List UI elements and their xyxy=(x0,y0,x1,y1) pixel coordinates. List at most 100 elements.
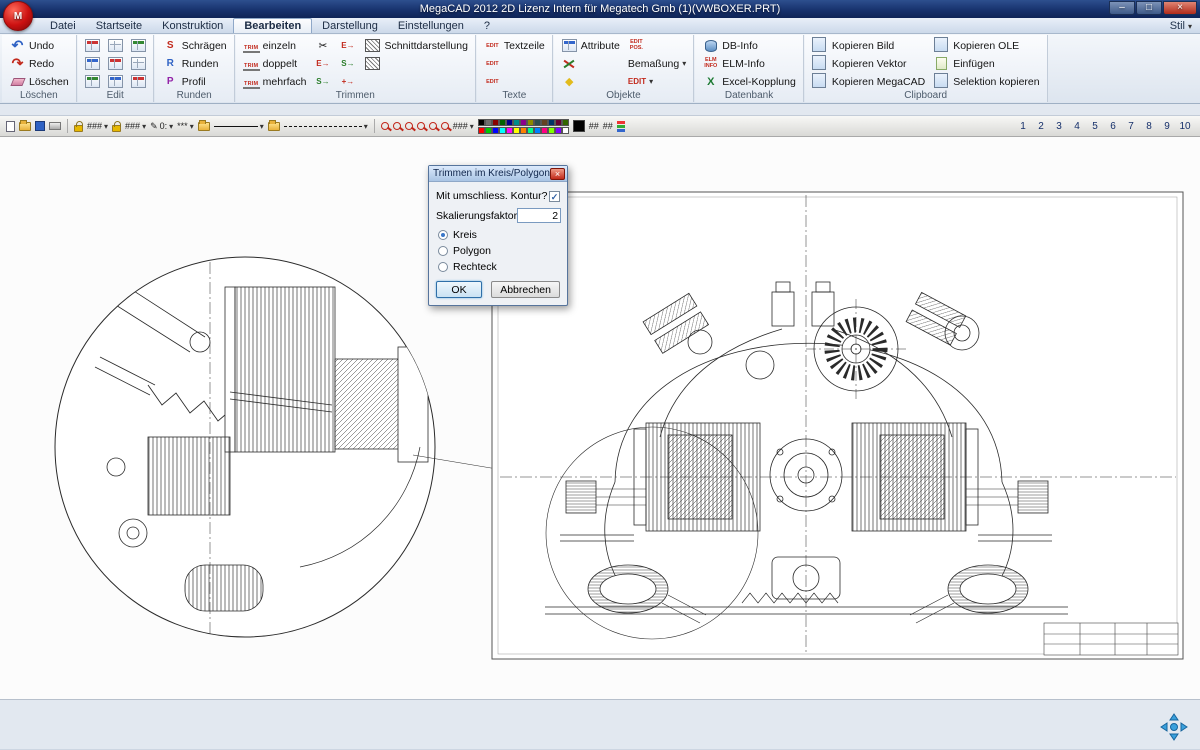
bemassung-dropdown[interactable]: Bemaßung ▾ xyxy=(625,55,689,72)
tab-datei[interactable]: Datei xyxy=(40,19,86,33)
kopieren-megacad-button[interactable]: Kopieren MegaCAD xyxy=(809,73,928,90)
selektion-kopieren-button[interactable]: Selektion kopieren xyxy=(930,73,1042,90)
schnittdarstellung-button[interactable]: Schnittdarstellung xyxy=(361,37,470,54)
db-info-button[interactable]: DB-Info xyxy=(699,37,799,54)
color-swatch[interactable] xyxy=(478,119,485,126)
hash-small-button[interactable]: ## xyxy=(589,121,599,131)
color-swatch[interactable] xyxy=(562,127,569,134)
color-swatch[interactable] xyxy=(485,119,492,126)
color-swatch[interactable] xyxy=(541,127,548,134)
textzeile-button[interactable]: EDIT Textzeile xyxy=(481,37,548,54)
object-arrows-button[interactable] xyxy=(558,55,623,72)
line-type-dropdown[interactable]: ▾ xyxy=(284,122,368,131)
trim-tool-button[interactable]: E→ xyxy=(336,37,359,54)
edit-tool-button[interactable] xyxy=(105,73,126,90)
layer-lock-button[interactable] xyxy=(74,121,83,132)
ok-button[interactable]: OK xyxy=(436,281,482,298)
edit-pos-button[interactable]: EDITPOS. xyxy=(625,37,689,54)
print-button[interactable] xyxy=(49,122,61,130)
profil-button[interactable]: P Profil xyxy=(159,73,230,90)
color-swatch[interactable] xyxy=(555,127,562,134)
edit-tool-button[interactable] xyxy=(82,73,103,90)
color-swatch[interactable] xyxy=(527,119,534,126)
trim-mehrfach-button[interactable]: TRIM mehrfach xyxy=(240,73,310,90)
active-color-button[interactable] xyxy=(573,120,585,132)
save-button[interactable] xyxy=(35,121,45,131)
layer-number-button[interactable]: 10 xyxy=(1176,121,1194,132)
layer-number-button[interactable]: 2 xyxy=(1032,121,1050,132)
color-swatch[interactable] xyxy=(506,127,513,134)
group-lock-button[interactable] xyxy=(112,121,121,132)
color-swatch[interactable] xyxy=(562,119,569,126)
edit-tool-button[interactable] xyxy=(128,37,149,54)
trim-cut-button[interactable]: ✂ xyxy=(311,37,334,54)
tab-darstellung[interactable]: Darstellung xyxy=(312,19,388,33)
stil-dropdown[interactable]: Stil ▾ xyxy=(1170,20,1192,32)
pan-compass-icon[interactable] xyxy=(1160,713,1188,741)
minimize-button[interactable]: – xyxy=(1109,1,1135,15)
attribute-button[interactable]: Attribute xyxy=(558,37,623,54)
trim-tool-button[interactable]: +→ xyxy=(336,73,359,90)
color-swatch[interactable] xyxy=(520,127,527,134)
tab-einstellungen[interactable]: Einstellungen xyxy=(388,19,474,33)
layer-number-button[interactable]: 5 xyxy=(1086,121,1104,132)
color-swatch[interactable] xyxy=(492,127,499,134)
kopieren-vektor-button[interactable]: Kopieren Vektor xyxy=(809,55,928,72)
trim-tool-button[interactable]: S→ xyxy=(336,55,359,72)
delete-button[interactable]: Löschen xyxy=(6,73,72,90)
group-dropdown[interactable]: ### ▾ xyxy=(125,121,146,131)
cancel-button[interactable]: Abbrechen xyxy=(491,281,560,298)
trim-einzeln-button[interactable]: TRIM einzeln xyxy=(240,37,310,54)
einfuegen-button[interactable]: Einfügen xyxy=(930,55,1042,72)
option-rechteck[interactable]: Rechteck xyxy=(438,261,560,273)
zoom-window-button[interactable] xyxy=(405,122,413,130)
color-swatch[interactable] xyxy=(555,119,562,126)
close-button[interactable]: × xyxy=(1163,1,1197,15)
trim-tool-button[interactable]: S→ xyxy=(311,73,334,90)
edit-dropdown[interactable]: EDIT ▾ xyxy=(625,73,689,90)
dialog-title-bar[interactable]: Trimmen im Kreis/Polygon × xyxy=(429,166,567,182)
zoom-pan-button[interactable] xyxy=(441,122,449,130)
undo-button[interactable]: ↶ Undo xyxy=(6,37,72,54)
color-swatch[interactable] xyxy=(499,127,506,134)
color-swatch[interactable] xyxy=(506,119,513,126)
elm-info-button[interactable]: ELMINFO ELM-Info xyxy=(699,55,799,72)
hash-small-button2[interactable]: ## xyxy=(603,121,613,131)
layer-number-button[interactable]: 8 xyxy=(1140,121,1158,132)
layer-number-button[interactable]: 7 xyxy=(1122,121,1140,132)
edit-tool-button[interactable] xyxy=(82,37,103,54)
redo-button[interactable]: ↷ Redo xyxy=(6,55,72,72)
layer-number-button[interactable]: 4 xyxy=(1068,121,1086,132)
dialog-close-button[interactable]: × xyxy=(550,168,565,180)
color-swatch[interactable] xyxy=(527,127,534,134)
kopieren-bild-button[interactable]: Kopieren Bild xyxy=(809,37,928,54)
layer-dropdown[interactable]: ### ▾ xyxy=(87,121,108,131)
zoom-in-button[interactable] xyxy=(381,122,389,130)
edit-tool-button[interactable] xyxy=(105,37,126,54)
layer-number-button[interactable]: 3 xyxy=(1050,121,1068,132)
color-swatch[interactable] xyxy=(548,127,555,134)
color-swatch[interactable] xyxy=(499,119,506,126)
schraegen-button[interactable]: S Schrägen xyxy=(159,37,230,54)
hatch-pattern-dropdown[interactable]: ### ▾ xyxy=(453,121,474,131)
edit-tool-button[interactable] xyxy=(105,55,126,72)
layer-number-button[interactable]: 1 xyxy=(1014,121,1032,132)
edit-tool-button[interactable] xyxy=(128,55,149,72)
text-edit-button[interactable]: EDIT xyxy=(481,73,548,90)
linetype-folder-button[interactable] xyxy=(268,122,280,131)
color-swatch[interactable] xyxy=(492,119,499,126)
scale-input[interactable] xyxy=(517,208,561,223)
pen-width-dropdown[interactable]: ✎ 0: ▾ xyxy=(150,121,173,132)
option-kreis[interactable]: Kreis xyxy=(438,229,560,241)
runden-button[interactable]: R Runden xyxy=(159,55,230,72)
trim-tool-button[interactable] xyxy=(361,55,470,72)
excel-kopplung-button[interactable]: X Excel-Kopplung xyxy=(699,73,799,90)
color-swatch[interactable] xyxy=(520,119,527,126)
color-swatch[interactable] xyxy=(534,127,541,134)
zoom-all-button[interactable] xyxy=(417,122,425,130)
option-polygon[interactable]: Polygon xyxy=(438,245,560,257)
tab-startseite[interactable]: Startseite xyxy=(86,19,152,33)
new-file-button[interactable] xyxy=(6,121,15,132)
contour-checkbox[interactable]: ✓ xyxy=(549,191,560,202)
object-diamond-button[interactable]: ◆ xyxy=(558,73,623,90)
